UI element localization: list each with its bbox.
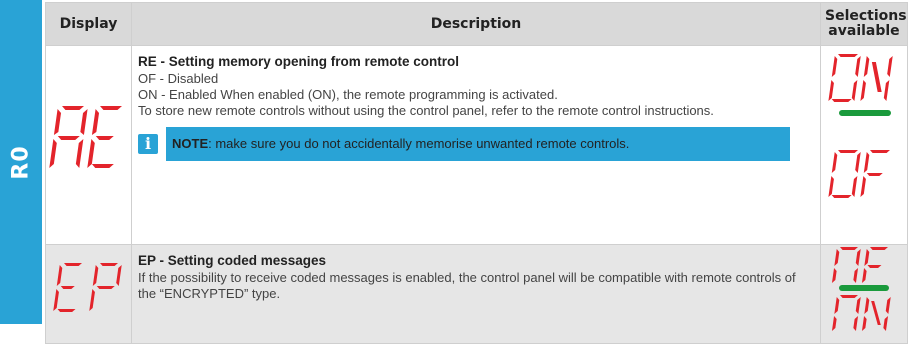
selection-of [828, 150, 890, 198]
note-label: NOTE [172, 136, 209, 151]
parameter-page: R0 Display Description Selections availa… [0, 0, 909, 344]
note-text: NOTE : make sure you do not accidentally… [166, 127, 790, 161]
section-tab: R0 [0, 0, 42, 324]
header-display: Display [45, 2, 132, 46]
seven-seg-digit-r [49, 106, 88, 168]
display-code-re [49, 106, 122, 168]
selection-of [831, 247, 888, 283]
default-indicator [839, 110, 891, 116]
display-code-ep [53, 263, 122, 312]
param-title: EP - Setting coded messages [138, 253, 327, 268]
seven-seg-digit-e [87, 106, 122, 168]
parameter-table: Display Description Selections available [45, 2, 908, 344]
header-selections: Selections available [820, 2, 908, 46]
description-cell: RE - Setting memory opening from remote … [131, 45, 821, 245]
param-title: RE - Setting memory opening from remote … [138, 54, 460, 69]
table-row: EP - Setting coded messages If the possi… [45, 244, 908, 344]
param-line: OF - Disabled [138, 71, 219, 86]
seven-seg-digit-p [89, 263, 122, 311]
selections-cell [820, 244, 908, 344]
header-description: Description [131, 2, 821, 46]
selection-on [831, 295, 891, 331]
default-indicator [839, 285, 889, 291]
table-header-row: Display Description Selections available [45, 2, 908, 46]
description-cell: EP - Setting coded messages If the possi… [131, 244, 821, 344]
display-cell [45, 244, 132, 344]
table-row: RE - Setting memory opening from remote … [45, 45, 908, 245]
param-line: ON - Enabled When enabled (ON), the remo… [138, 87, 558, 102]
note-message: : make sure you do not accidentally memo… [208, 136, 630, 151]
selection-on [828, 54, 893, 102]
section-tab-label: R0 [8, 144, 34, 180]
display-cell [45, 45, 132, 245]
note-callout: i NOTE : make sure you do not accidental… [138, 127, 790, 161]
seven-seg-digit-e [53, 263, 82, 312]
selection-options [828, 54, 893, 198]
selection-options [831, 247, 891, 331]
param-line: If the possibility to receive coded mess… [138, 270, 796, 301]
selections-cell [820, 45, 908, 245]
param-line: To store new remote controls without usi… [138, 103, 714, 118]
info-icon: i [138, 134, 158, 154]
